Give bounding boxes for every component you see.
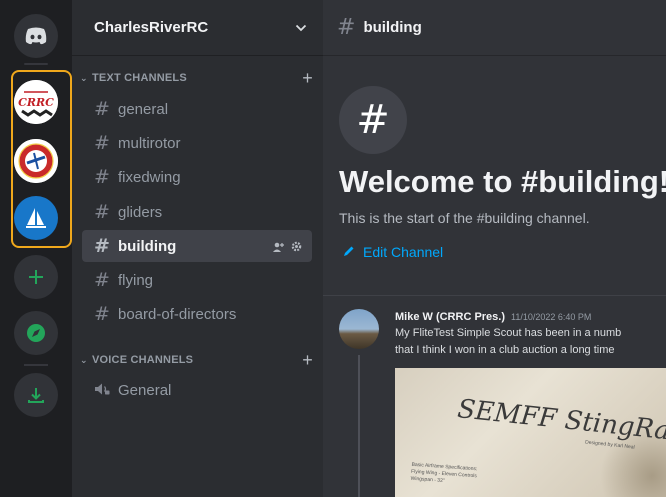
hash-icon: #: [337, 15, 356, 40]
channel-name: multirotor: [118, 134, 181, 152]
guild-name: CharlesRiverRC: [94, 19, 209, 36]
message-header: Mike W (CRRC Pres.) 11/10/2022 6:40 PM: [395, 311, 591, 323]
speaker-lock-icon: [94, 379, 118, 401]
chat-area: # building # Welcome to #building! This …: [323, 0, 666, 497]
sailboat-icon: [26, 208, 46, 228]
channel-name: board-of-directors: [118, 305, 237, 323]
attachment-title: SEMFF StingRay: [456, 394, 666, 448]
channel-name: building: [118, 237, 177, 255]
server-rail: CRRC: [0, 0, 72, 497]
download-apps-button[interactable]: [14, 373, 58, 417]
channel-hash-badge-icon: #: [339, 86, 407, 154]
chevron-down-icon: ⌄: [80, 72, 88, 83]
add-server-button[interactable]: [14, 255, 58, 299]
channel-fixedwing[interactable]: # fixedwing: [82, 161, 312, 193]
channel-tools: [272, 239, 302, 253]
message-timestamp: 11/10/2022 6:40 PM: [511, 312, 592, 322]
channel-multirotor[interactable]: # multirotor: [82, 127, 312, 159]
create-channel-plus-icon[interactable]: +: [302, 351, 313, 369]
channel-name: flying: [118, 271, 154, 289]
category-voice-channels[interactable]: ⌄ VOICE CHANNELS +: [80, 350, 313, 370]
channel-name: general: [118, 100, 169, 118]
guild-header[interactable]: CharlesRiverRC: [72, 0, 323, 56]
pencil-icon: [343, 245, 355, 260]
attachment-spec-list: Basic Airframe Specifications: Flying Wi…: [410, 462, 477, 488]
avatar[interactable]: [339, 309, 379, 349]
chevron-down-icon: ⌄: [80, 354, 88, 365]
hash-icon: #: [94, 166, 110, 188]
edit-channel-link[interactable]: Edit Channel: [343, 244, 443, 260]
channel-name: fixedwing: [118, 168, 181, 186]
club-patch-logo-icon: [14, 139, 58, 183]
hash-icon: #: [94, 269, 110, 291]
message-text-line-2: that I think I won in a club auction a l…: [395, 344, 615, 356]
channel-general[interactable]: # general: [82, 93, 312, 125]
hash-icon: #: [94, 201, 110, 223]
message-image-attachment[interactable]: SEMFF StingRay Designed by Karl Neal Bas…: [395, 368, 666, 497]
reply-thread-line: [358, 355, 360, 497]
message-author[interactable]: Mike W (CRRC Pres.): [395, 311, 505, 323]
discord-logo-icon: [25, 27, 47, 45]
rail-separator-2: [24, 364, 48, 366]
message-divider: [323, 295, 666, 296]
channel-title: building: [363, 19, 422, 36]
channel-header: # building: [323, 0, 666, 56]
channel-flying[interactable]: # flying: [82, 264, 312, 296]
category-label: VOICE CHANNELS: [92, 354, 194, 366]
category-text-channels[interactable]: ⌄ TEXT CHANNELS +: [80, 68, 313, 88]
gear-icon[interactable]: [291, 241, 302, 252]
plus-icon: [29, 270, 43, 284]
welcome-title: Welcome to #building!: [339, 164, 666, 199]
hash-lock-icon: #: [94, 303, 110, 325]
compass-icon: [27, 324, 45, 342]
rail-separator: [24, 63, 48, 65]
channel-building[interactable]: # building: [82, 230, 312, 262]
channel-board-of-directors[interactable]: # board-of-directors: [82, 298, 312, 330]
hash-thread-icon: #: [94, 235, 110, 257]
hash-thread-icon: #: [94, 132, 110, 154]
channel-name: gliders: [118, 203, 163, 221]
edit-channel-label: Edit Channel: [363, 244, 444, 260]
channel-name: General: [118, 381, 172, 399]
explore-servers-button[interactable]: [14, 311, 58, 355]
channel-gliders[interactable]: # gliders: [82, 196, 312, 228]
discord-home-button[interactable]: [14, 14, 58, 58]
server-club-patch[interactable]: [14, 139, 58, 183]
message-text-line-1: My FliteTest Simple Scout has been in a …: [395, 327, 622, 339]
voice-channel-general[interactable]: General: [82, 374, 312, 406]
category-label: TEXT CHANNELS: [92, 72, 187, 84]
server-sailing[interactable]: [14, 196, 58, 240]
welcome-subtitle: This is the start of the #building chann…: [339, 210, 590, 226]
chevron-down-icon: [295, 24, 307, 31]
crrc-logo-icon: CRRC: [14, 80, 58, 124]
svg-text:CRRC: CRRC: [18, 96, 54, 109]
server-crrc[interactable]: CRRC: [14, 80, 58, 124]
add-member-icon[interactable]: [272, 242, 284, 252]
hash-icon: #: [94, 98, 110, 120]
create-channel-plus-icon[interactable]: +: [302, 69, 313, 87]
download-icon: [28, 388, 44, 403]
channel-sidebar: CharlesRiverRC ⌄ TEXT CHANNELS + # gener…: [72, 0, 323, 497]
